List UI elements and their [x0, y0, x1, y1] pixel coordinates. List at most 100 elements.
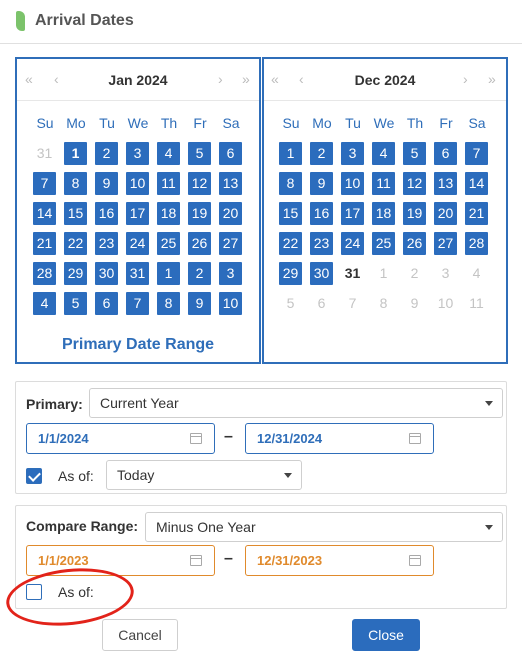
- primary-end-date-input[interactable]: 12/31/2024: [245, 423, 434, 454]
- calendar-day[interactable]: 17: [126, 202, 149, 225]
- calendar-day[interactable]: 9: [403, 292, 426, 315]
- next-month-icon[interactable]: ›: [463, 71, 468, 87]
- calendar-day[interactable]: 10: [341, 172, 364, 195]
- calendar-day[interactable]: 31: [126, 262, 149, 285]
- calendar-day[interactable]: 16: [310, 202, 333, 225]
- calendar-day[interactable]: 15: [279, 202, 302, 225]
- compare-as-of-checkbox[interactable]: [26, 584, 42, 600]
- calendar-day[interactable]: 10: [126, 172, 149, 195]
- calendar-day[interactable]: 18: [372, 202, 395, 225]
- primary-as-of-select[interactable]: Today: [106, 460, 302, 490]
- calendar-day[interactable]: 1: [372, 262, 395, 285]
- primary-as-of-checkbox[interactable]: [26, 468, 42, 484]
- calendar-day[interactable]: 19: [403, 202, 426, 225]
- calendar-day[interactable]: 20: [219, 202, 242, 225]
- calendar-day[interactable]: 16: [95, 202, 118, 225]
- calendar-day[interactable]: 7: [341, 292, 364, 315]
- calendar-day[interactable]: 21: [33, 232, 56, 255]
- calendar-day[interactable]: 5: [279, 292, 302, 315]
- calendar-day[interactable]: 29: [64, 262, 87, 285]
- calendar-day[interactable]: 31: [341, 262, 364, 285]
- calendar-day[interactable]: 13: [219, 172, 242, 195]
- primary-start-date-input[interactable]: 1/1/2024: [26, 423, 215, 454]
- month-title: Dec 2024: [354, 72, 416, 88]
- calendar-day[interactable]: 12: [188, 172, 211, 195]
- calendar-day[interactable]: 29: [279, 262, 302, 285]
- calendar-day[interactable]: 10: [219, 292, 242, 315]
- calendar-day[interactable]: 2: [403, 262, 426, 285]
- calendar-day[interactable]: 5: [64, 292, 87, 315]
- calendar-day[interactable]: 13: [434, 172, 457, 195]
- calendar-day[interactable]: 14: [465, 172, 488, 195]
- compare-end-date-input[interactable]: 12/31/2023: [245, 545, 434, 576]
- calendar-day[interactable]: 1: [157, 262, 180, 285]
- calendar-day[interactable]: 22: [279, 232, 302, 255]
- calendar-day[interactable]: 5: [403, 142, 426, 165]
- calendar-day[interactable]: 4: [465, 262, 488, 285]
- calendar-day[interactable]: 5: [188, 142, 211, 165]
- calendar-day[interactable]: 3: [219, 262, 242, 285]
- calendar-day[interactable]: 8: [372, 292, 395, 315]
- calendar-day[interactable]: 12: [403, 172, 426, 195]
- calendar-day[interactable]: 30: [310, 262, 333, 285]
- calendar-day[interactable]: 1: [279, 142, 302, 165]
- calendar-day[interactable]: 18: [157, 202, 180, 225]
- calendar-day[interactable]: 10: [434, 292, 457, 315]
- calendar-day[interactable]: 6: [434, 142, 457, 165]
- calendar-day[interactable]: 28: [465, 232, 488, 255]
- calendar-day[interactable]: 6: [95, 292, 118, 315]
- calendar-day[interactable]: 20: [434, 202, 457, 225]
- calendar-day[interactable]: 1: [64, 142, 87, 165]
- calendar-day[interactable]: 19: [188, 202, 211, 225]
- calendar-day[interactable]: 24: [341, 232, 364, 255]
- calendar-day[interactable]: 7: [126, 292, 149, 315]
- calendar-day[interactable]: 11: [465, 292, 488, 315]
- calendar-day[interactable]: 25: [372, 232, 395, 255]
- calendar-day[interactable]: 31: [33, 142, 56, 165]
- calendar-day[interactable]: 9: [188, 292, 211, 315]
- calendar-day[interactable]: 4: [33, 292, 56, 315]
- calendar-day[interactable]: 7: [465, 142, 488, 165]
- calendar-day[interactable]: 7: [33, 172, 56, 195]
- calendar-day[interactable]: 23: [95, 232, 118, 255]
- close-button[interactable]: Close: [352, 619, 420, 651]
- calendar-day[interactable]: 2: [95, 142, 118, 165]
- calendar-day[interactable]: 3: [341, 142, 364, 165]
- calendar-day[interactable]: 4: [157, 142, 180, 165]
- calendar-day[interactable]: 8: [279, 172, 302, 195]
- calendar-day[interactable]: 28: [33, 262, 56, 285]
- calendar-day[interactable]: 26: [403, 232, 426, 255]
- calendar-day[interactable]: 11: [372, 172, 395, 195]
- calendar-day[interactable]: 9: [95, 172, 118, 195]
- calendar-day[interactable]: 2: [310, 142, 333, 165]
- calendar-day[interactable]: 27: [434, 232, 457, 255]
- calendar-day[interactable]: 3: [434, 262, 457, 285]
- calendar-day[interactable]: 6: [310, 292, 333, 315]
- calendar-day[interactable]: 9: [310, 172, 333, 195]
- calendar-day[interactable]: 8: [157, 292, 180, 315]
- calendar-day[interactable]: 21: [465, 202, 488, 225]
- calendar-day[interactable]: 24: [126, 232, 149, 255]
- next-year-icon[interactable]: »: [242, 71, 250, 87]
- calendar-day[interactable]: 23: [310, 232, 333, 255]
- calendar-day[interactable]: 30: [95, 262, 118, 285]
- calendar-day[interactable]: 15: [64, 202, 87, 225]
- calendar-day[interactable]: 17: [341, 202, 364, 225]
- calendar-day[interactable]: 14: [33, 202, 56, 225]
- calendar-day[interactable]: 22: [64, 232, 87, 255]
- calendar-day[interactable]: 3: [126, 142, 149, 165]
- compare-start-date-input[interactable]: 1/1/2023: [26, 545, 215, 576]
- cancel-button[interactable]: Cancel: [102, 619, 178, 651]
- calendar-day[interactable]: 27: [219, 232, 242, 255]
- next-year-icon[interactable]: »: [488, 71, 496, 87]
- calendar-day[interactable]: 26: [188, 232, 211, 255]
- primary-range-select[interactable]: Current Year: [89, 388, 503, 418]
- next-month-icon[interactable]: ›: [218, 71, 223, 87]
- calendar-day[interactable]: 6: [219, 142, 242, 165]
- compare-range-select[interactable]: Minus One Year: [145, 512, 503, 542]
- calendar-day[interactable]: 25: [157, 232, 180, 255]
- calendar-day[interactable]: 11: [157, 172, 180, 195]
- calendar-day[interactable]: 2: [188, 262, 211, 285]
- calendar-day[interactable]: 4: [372, 142, 395, 165]
- calendar-day[interactable]: 8: [64, 172, 87, 195]
